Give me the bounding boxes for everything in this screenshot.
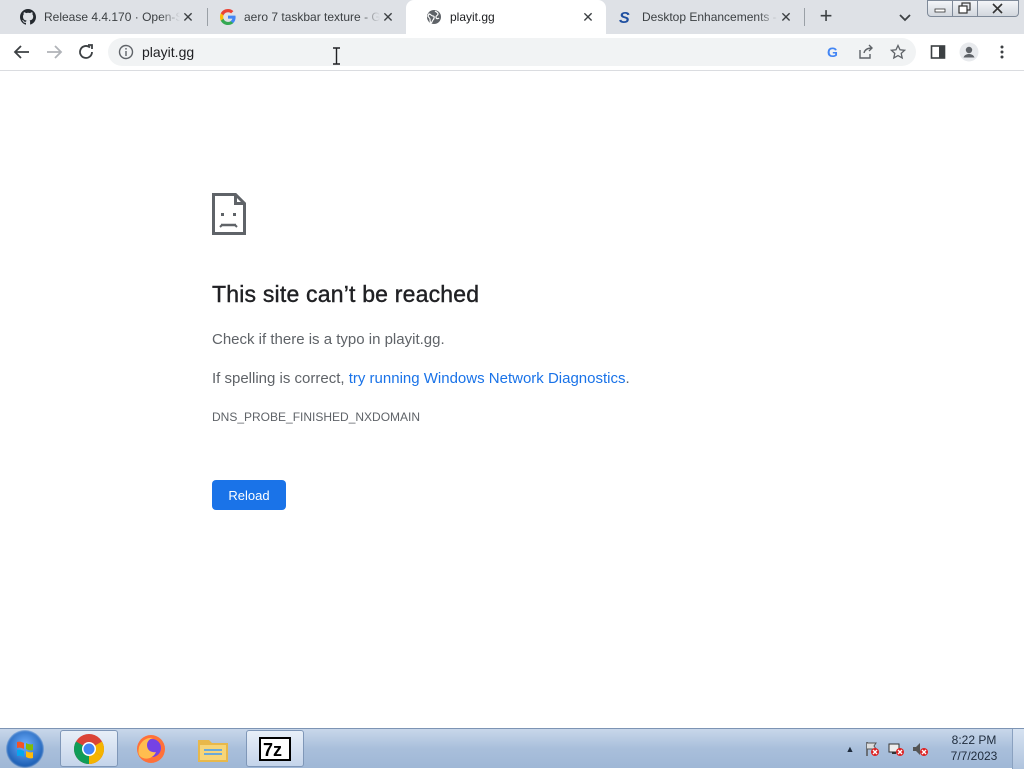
show-hidden-icons-button[interactable]: ▲ [840,744,860,754]
action-center-icon[interactable] [860,741,884,757]
close-tab-icon[interactable]: ✕ [580,9,596,25]
svg-text:G: G [827,44,838,60]
restore-button[interactable] [952,0,978,17]
tab-playit[interactable]: playit.gg ✕ [406,0,606,34]
spelling-hint: If spelling is correct, try running Wind… [212,370,630,387]
error-code: DNS_PROBE_FINISHED_NXDOMAIN [212,410,421,424]
7zip-icon: 7z [259,736,291,761]
back-button[interactable] [10,40,34,64]
spelling-hint-suffix: . [625,370,630,387]
file-explorer-icon [198,739,228,762]
start-button[interactable] [6,730,44,768]
google-icon [220,9,236,25]
tab-title: Desktop Enhancements - [642,10,777,24]
tab-search-button[interactable] [896,8,914,26]
browser-toolbar: playit.gg G [0,34,1024,71]
taskbar-chrome-button[interactable] [60,730,118,767]
tab-github-release[interactable]: Release 4.4.170 · Open-St ✕ [0,0,206,34]
sad-page-icon [212,193,246,240]
clock-time: 8:22 PM [951,733,997,747]
tab-title: Release 4.4.170 · Open-St [44,10,180,24]
new-tab-button[interactable]: + [815,5,837,28]
share-icon[interactable] [858,44,874,60]
svg-text:S: S [619,10,630,25]
google-lens-icon[interactable]: G [826,44,842,60]
tab-strip: Release 4.4.170 · Open-St ✕ aero 7 taskb… [0,0,1024,34]
tab-separator [804,8,805,26]
close-window-button[interactable] [977,0,1019,17]
side-panel-button[interactable] [926,40,950,64]
svg-text:7z: 7z [263,740,282,760]
arrow-left-icon [13,45,29,59]
reload-page-button[interactable]: Reload [212,480,286,510]
side-panel-icon [930,45,946,59]
error-page: This site can’t be reached Check if ther… [0,71,1024,728]
minimize-button[interactable] [927,0,953,17]
text-cursor-icon [332,47,341,65]
typo-hint-prefix: Check if there is a typo in [212,331,385,348]
menu-button[interactable] [990,40,1014,64]
spelling-hint-prefix: If spelling is correct, [212,370,349,387]
taskbar-7zip-button[interactable]: 7z [246,730,304,767]
address-bar[interactable]: playit.gg G [108,38,916,66]
volume-muted-icon[interactable] [908,741,932,757]
bookmark-star-icon[interactable] [890,44,906,60]
typo-hint-suffix: . [440,331,445,348]
clock[interactable]: 8:22 PM 7/7/2023 [936,732,1012,764]
avatar-icon [959,42,979,62]
tab-google-search[interactable]: aero 7 taskbar texture - G ✕ [200,0,406,34]
forward-button[interactable] [42,40,66,64]
windows-logo-icon [17,741,33,759]
firefox-icon [137,734,165,763]
info-icon[interactable] [118,44,134,60]
github-icon [20,9,36,25]
close-tab-icon[interactable]: ✕ [778,9,794,25]
chevron-down-icon [899,14,911,22]
taskbar-explorer-button[interactable] [184,730,242,767]
tab-desktop-enhancements[interactable]: S Desktop Enhancements - ✕ [598,0,804,34]
taskbar: 7z ▲ 8:22 PM 7/7/2023 [0,728,1024,769]
taskbar-firefox-button[interactable] [122,730,180,767]
chrome-icon [73,733,105,764]
error-title: This site can’t be reached [212,281,480,307]
arrow-right-icon [47,45,63,59]
tab-title: aero 7 taskbar texture - G [244,10,380,24]
network-icon[interactable] [884,741,908,757]
network-diagnostics-link[interactable]: try running Windows Network Diagnostics [349,370,626,387]
address-text: playit.gg [142,44,195,60]
refresh-icon [79,44,93,59]
profile-button[interactable] [957,40,981,64]
reload-button[interactable] [74,40,98,64]
clock-date: 7/7/2023 [950,749,998,763]
globe-icon [426,9,442,25]
system-tray: ▲ [840,729,932,769]
close-tab-icon[interactable]: ✕ [380,9,396,25]
close-tab-icon[interactable]: ✕ [180,9,196,25]
tab-title: playit.gg [450,10,495,24]
host-name: playit.gg [384,331,441,348]
stardock-icon: S [618,9,634,25]
kebab-menu-icon [1000,45,1004,59]
show-desktop-button[interactable] [1012,729,1024,769]
typo-hint: Check if there is a typo in playit.gg. [212,331,445,348]
